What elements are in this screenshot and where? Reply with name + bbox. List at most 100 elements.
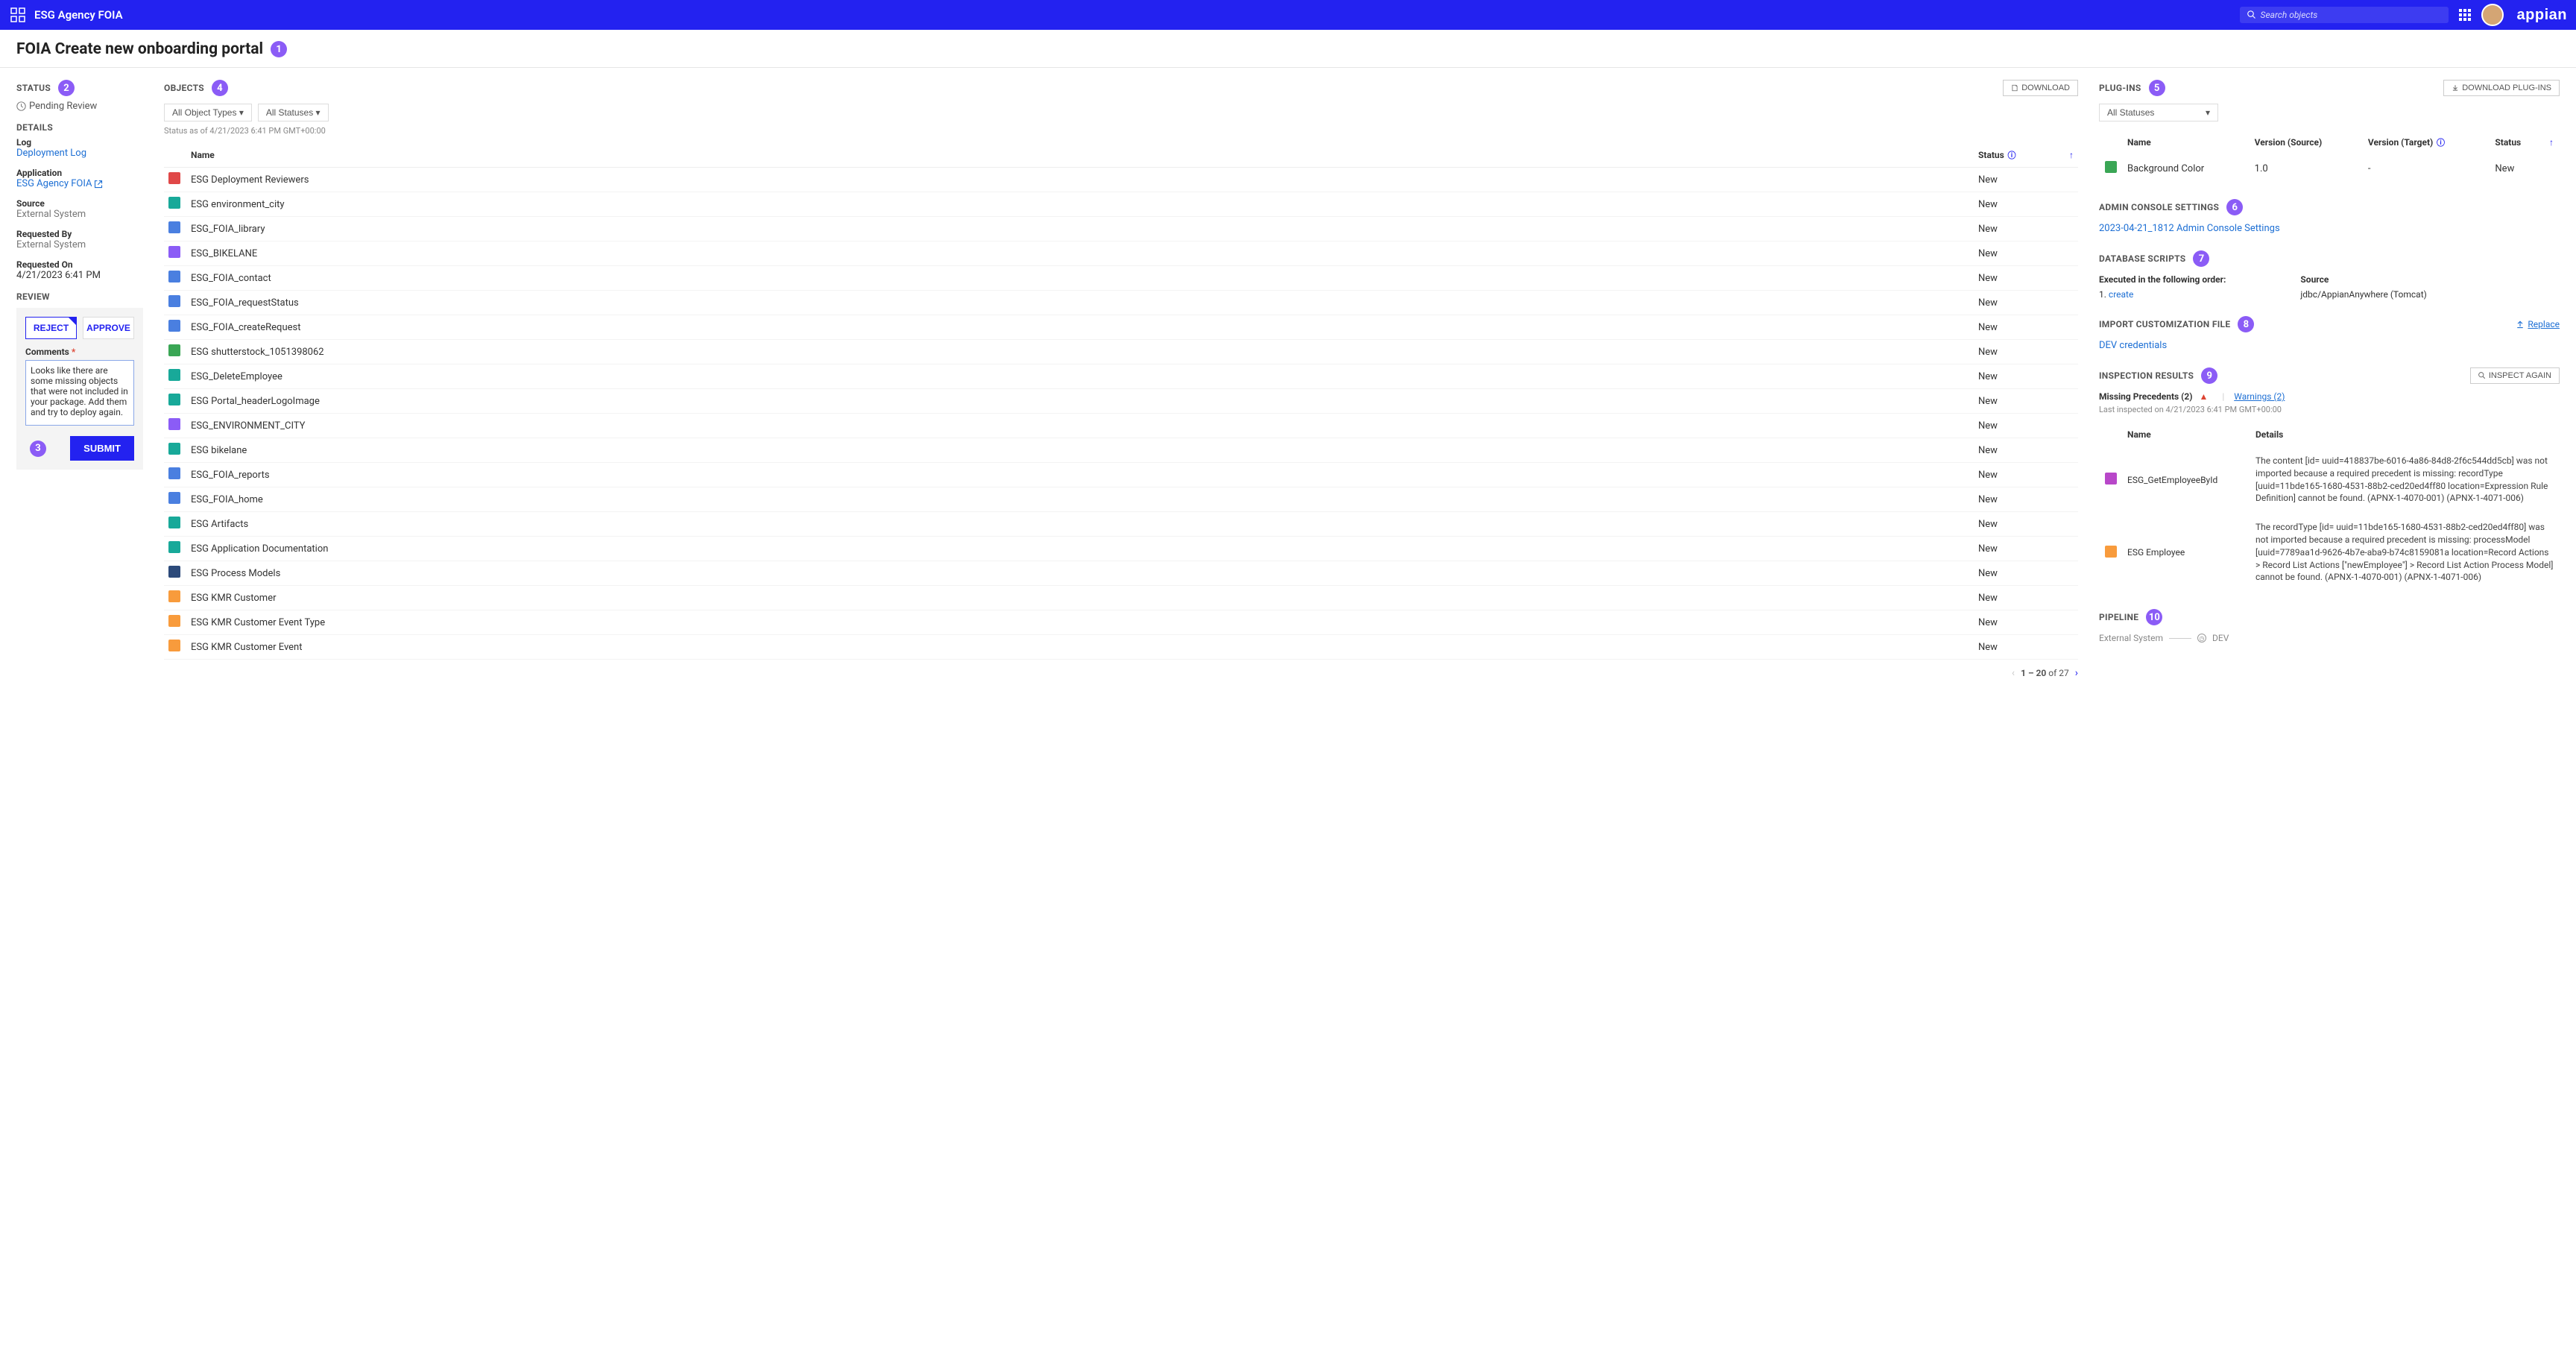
download-icon <box>2011 84 2018 92</box>
pipeline-external: External System <box>2099 633 2163 643</box>
download-plugins-button[interactable]: DOWNLOAD PLUG-INS <box>2443 80 2560 96</box>
filter-object-statuses[interactable]: All Statuses ▾ <box>258 104 329 121</box>
warning-icon: ▲ <box>2199 391 2208 402</box>
warnings-tab[interactable]: Warnings (2) <box>2234 391 2285 402</box>
submit-button[interactable]: SUBMIT <box>70 436 134 461</box>
pager-next[interactable]: › <box>2075 667 2078 679</box>
download-objects-button[interactable]: DOWNLOAD <box>2003 80 2078 96</box>
apps-menu-icon[interactable] <box>2459 9 2471 21</box>
reject-button[interactable]: REJECT <box>25 317 77 339</box>
annotation-3: 3 <box>30 441 46 457</box>
object-status: New <box>1974 217 2056 242</box>
inspect-again-button[interactable]: INSPECT AGAIN <box>2470 367 2560 384</box>
help-icon[interactable]: ⓘ <box>2006 151 2016 160</box>
col-status[interactable]: Status ⓘ <box>1974 143 2056 168</box>
requested-on-label: Requested On <box>16 259 143 270</box>
objects-section-label: OBJECTS <box>164 83 204 93</box>
object-status: New <box>1974 315 2056 340</box>
object-name: ESG KMR Customer Event <box>186 635 1974 660</box>
object-status: New <box>1974 340 2056 364</box>
source-label: Source <box>16 198 143 209</box>
search-input[interactable]: Search objects <box>2240 7 2449 23</box>
table-row[interactable]: ESG environment_cityNew <box>164 192 2078 217</box>
db-script-link[interactable]: create <box>2109 289 2133 300</box>
admin-console-link[interactable]: 2023-04-21_1812 Admin Console Settings <box>2099 223 2280 234</box>
table-row[interactable]: ESG Portal_headerLogoImageNew <box>164 389 2078 414</box>
table-row[interactable]: ESG KMR Customer EventNew <box>164 635 2078 660</box>
object-type-icon <box>168 221 180 233</box>
object-type-icon <box>168 197 180 209</box>
table-row[interactable]: ESG Application DocumentationNew <box>164 537 2078 561</box>
table-row[interactable]: ESG_GetEmployeeByIdThe content [id= uuid… <box>2100 447 2558 512</box>
plugin-status: New <box>2490 156 2542 181</box>
table-row[interactable]: ESG_FOIA_libraryNew <box>164 217 2078 242</box>
table-row[interactable]: ESG ArtifactsNew <box>164 512 2078 537</box>
table-row[interactable]: ESG bikelaneNew <box>164 438 2078 463</box>
object-name: ESG Artifacts <box>186 512 1974 537</box>
table-row[interactable]: ESG EmployeeThe recordType [id= uuid=11b… <box>2100 514 2558 591</box>
object-status: New <box>1974 635 2056 660</box>
search-icon <box>2247 10 2256 19</box>
review-box: REJECT APPROVE Comments * 3 SUBMIT <box>16 308 143 470</box>
comments-textarea[interactable] <box>25 360 134 426</box>
object-name: ESG_BIKELANE <box>186 242 1974 266</box>
missing-precedents-tab[interactable]: Missing Precedents (2) <box>2099 391 2192 402</box>
approve-button[interactable]: APPROVE <box>83 317 134 339</box>
table-row[interactable]: ESG Deployment ReviewersNew <box>164 168 2078 192</box>
application-link[interactable]: ESG Agency FOIA <box>16 178 103 189</box>
object-name: ESG_FOIA_contact <box>186 266 1974 291</box>
table-row[interactable]: ESG_FOIA_requestStatusNew <box>164 291 2078 315</box>
object-type-icon <box>168 172 180 184</box>
col-plugin-name[interactable]: Name <box>2123 130 2249 154</box>
replace-link[interactable]: Replace <box>2516 319 2560 329</box>
plugins-section-label: PLUG-INS <box>2099 83 2141 93</box>
deployment-log-link[interactable]: Deployment Log <box>16 148 86 159</box>
page-title-row: FOIA Create new onboarding portal 1 <box>0 30 2576 68</box>
table-row[interactable]: Background Color1.0-New <box>2100 156 2558 181</box>
page-title: FOIA Create new onboarding portal <box>16 40 263 58</box>
table-row[interactable]: ESG shutterstock_1051398062New <box>164 340 2078 364</box>
objects-pager: ‹ 1 – 20 of 27 › <box>164 667 2078 679</box>
table-row[interactable]: ESG_BIKELANENew <box>164 242 2078 266</box>
object-name: ESG environment_city <box>186 192 1974 217</box>
dev-credentials-link[interactable]: DEV credentials <box>2099 340 2167 351</box>
top-header: ESG Agency FOIA Search objects appian <box>0 0 2576 30</box>
table-row[interactable]: ESG KMR CustomerNew <box>164 586 2078 610</box>
col-version-source[interactable]: Version (Source) <box>2250 130 2362 154</box>
table-row[interactable]: ESG_FOIA_contactNew <box>164 266 2078 291</box>
upload-icon <box>2516 320 2525 329</box>
col-name[interactable]: Name <box>186 143 1974 168</box>
object-type-icon <box>168 271 180 282</box>
annotation-6: 6 <box>2226 199 2243 215</box>
col-version-target[interactable]: Version (Target) ⓘ <box>2364 130 2490 154</box>
object-name: ESG Process Models <box>186 561 1974 586</box>
object-name: ESG shutterstock_1051398062 <box>186 340 1974 364</box>
details-section-label: DETAILS <box>16 122 143 133</box>
help-icon[interactable]: ⓘ <box>2434 138 2445 148</box>
app-grid-icon[interactable] <box>9 6 27 24</box>
object-type-icon <box>168 492 180 504</box>
sort-indicator[interactable]: ↑ <box>2543 130 2558 154</box>
object-status: New <box>1974 586 2056 610</box>
table-row[interactable]: ESG_FOIA_homeNew <box>164 487 2078 512</box>
col-plugin-status[interactable]: Status <box>2490 130 2542 154</box>
table-row[interactable]: ESG_DeleteEmployeeNew <box>164 364 2078 389</box>
object-status: New <box>1974 512 2056 537</box>
object-type-icon <box>168 369 180 381</box>
table-row[interactable]: ESG_FOIA_createRequestNew <box>164 315 2078 340</box>
sort-indicator[interactable]: ↑ <box>2056 143 2078 168</box>
table-row[interactable]: ESG Process ModelsNew <box>164 561 2078 586</box>
table-row[interactable]: ESG_FOIA_reportsNew <box>164 463 2078 487</box>
table-row[interactable]: ESG_ENVIRONMENT_CITYNew <box>164 414 2078 438</box>
plugin-name: Background Color <box>2123 156 2249 181</box>
filter-plugin-statuses[interactable]: All Statuses▾ <box>2099 104 2218 121</box>
inspection-name: ESG Employee <box>2123 514 2250 591</box>
download-icon <box>2452 84 2459 92</box>
col-insp-details: Details <box>2251 423 2558 446</box>
inspection-timestamp: Last inspected on 4/21/2023 6:41 PM GMT+… <box>2099 405 2560 414</box>
table-row[interactable]: ESG KMR Customer Event TypeNew <box>164 610 2078 635</box>
avatar[interactable] <box>2481 4 2504 26</box>
object-type-icon <box>168 467 180 479</box>
object-type-icon <box>168 615 180 627</box>
filter-object-types[interactable]: All Object Types ▾ <box>164 104 252 121</box>
